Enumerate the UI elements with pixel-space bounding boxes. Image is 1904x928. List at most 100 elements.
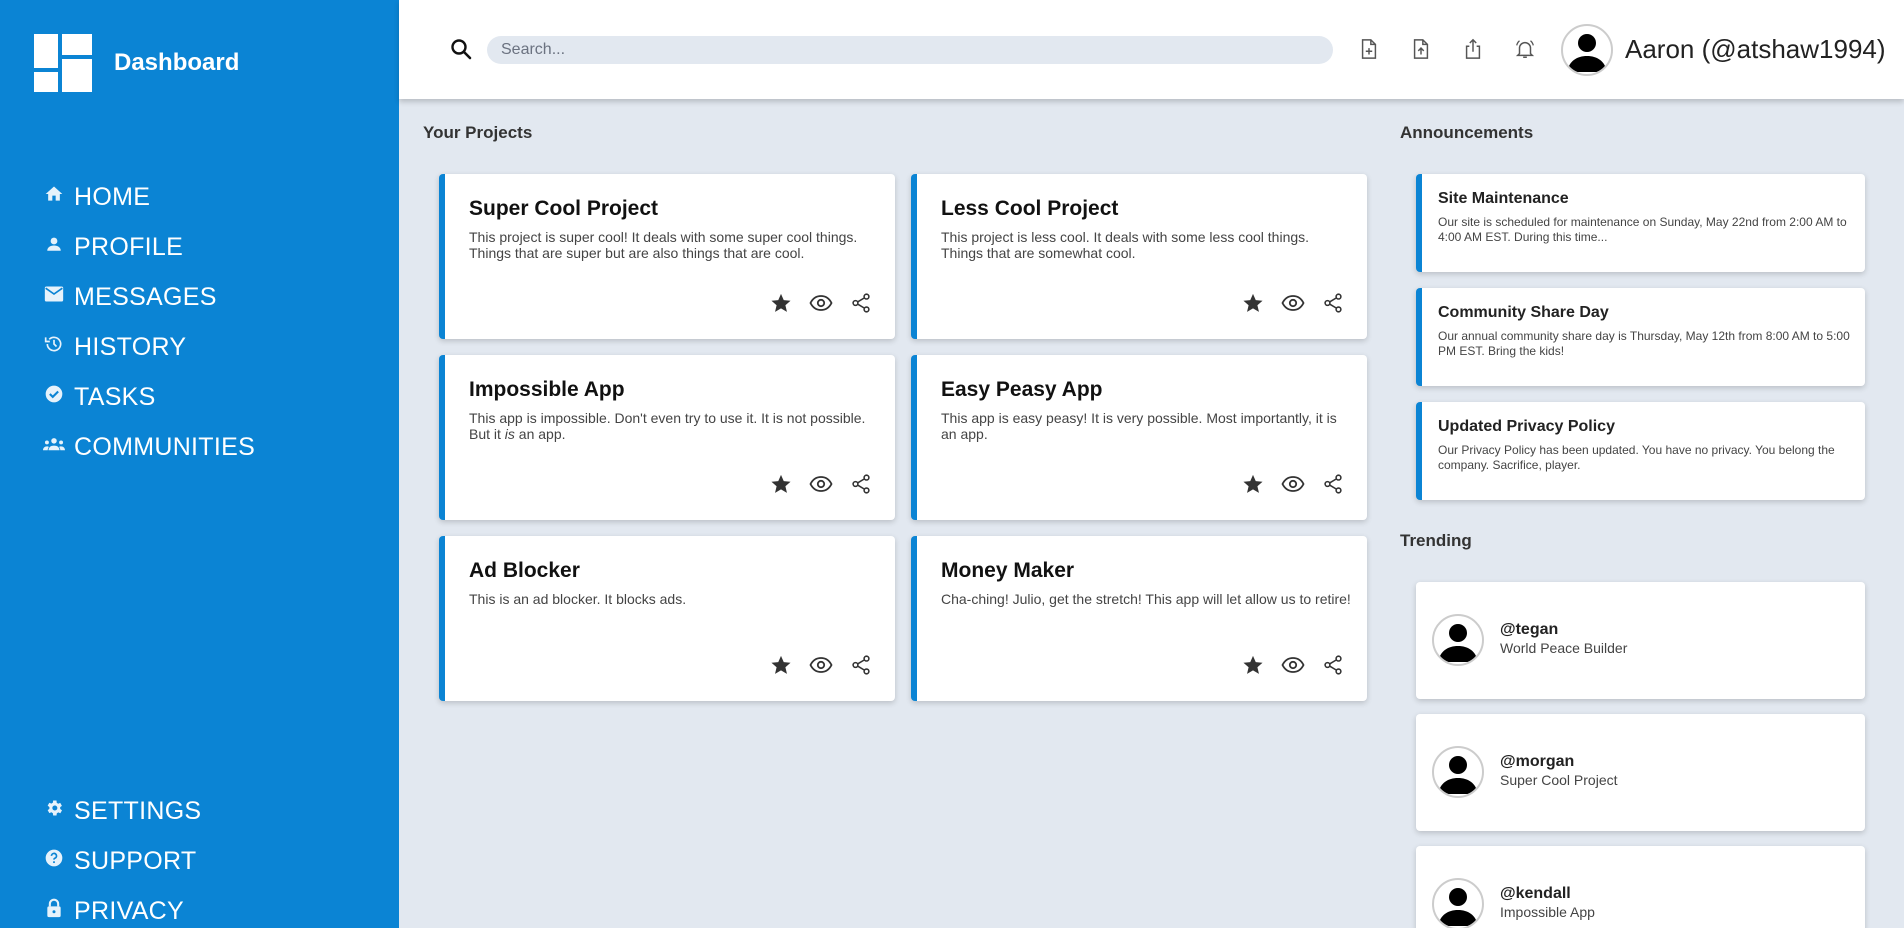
star-icon[interactable]: [1241, 291, 1265, 315]
trending-card[interactable]: @morgan Super Cool Project: [1416, 714, 1865, 831]
sidebar: Dashboard HOME PROFILE MESSAGES HISTORY: [0, 0, 399, 928]
sidebar-item-tasks[interactable]: TASKS: [42, 372, 255, 422]
announcement-description: Our annual community share day is Thursd…: [1438, 329, 1850, 358]
brand[interactable]: Dashboard: [34, 34, 239, 92]
eye-icon[interactable]: [809, 291, 833, 315]
gear-icon: [42, 796, 66, 820]
project-card[interactable]: Money Maker Cha-ching! Julio, get the st…: [911, 536, 1367, 701]
project-actions: [1241, 291, 1345, 315]
sidebar-item-profile[interactable]: PROFILE: [42, 222, 255, 272]
announcement-title: Site Maintenance: [1438, 190, 1569, 207]
share-nodes-icon[interactable]: [849, 472, 873, 496]
announcement-card[interactable]: Updated Privacy Policy Our Privacy Polic…: [1416, 402, 1865, 500]
announcement-title: Updated Privacy Policy: [1438, 418, 1615, 435]
description-emphasis: is: [504, 426, 515, 442]
share-nodes-icon[interactable]: [1321, 472, 1345, 496]
trending-heading: Trending: [1400, 531, 1472, 550]
sidebar-item-label: PROFILE: [74, 232, 184, 261]
eye-icon[interactable]: [1281, 653, 1305, 677]
description-text: an app.: [514, 426, 566, 442]
project-actions: [769, 472, 873, 496]
sidebar-nav: HOME PROFILE MESSAGES HISTORY TASKS COMM…: [42, 172, 255, 472]
project-description: This project is less cool. It deals with…: [941, 229, 1310, 261]
project-card[interactable]: Easy Peasy App This app is easy peasy! I…: [911, 355, 1367, 520]
announcement-title: Community Share Day: [1438, 304, 1609, 321]
share-nodes-icon[interactable]: [1321, 291, 1345, 315]
project-description: This project is super cool! It deals wit…: [469, 229, 858, 261]
share-nodes-icon[interactable]: [1321, 653, 1345, 677]
star-icon[interactable]: [1241, 472, 1265, 496]
search-icon[interactable]: [449, 37, 473, 61]
top-header: Aaron (@atshaw1994): [399, 0, 1904, 99]
upload-icon[interactable]: [1408, 36, 1434, 62]
eye-icon[interactable]: [809, 472, 833, 496]
person-icon: [42, 232, 66, 256]
project-title: Easy Peasy App: [941, 378, 1103, 401]
history-icon: [42, 332, 66, 356]
trending-handle: @kendall: [1500, 885, 1571, 902]
project-actions: [769, 291, 873, 315]
star-icon[interactable]: [1241, 653, 1265, 677]
star-icon[interactable]: [769, 653, 793, 677]
project-description: Cha-ching! Julio, get the stretch! This …: [941, 591, 1351, 607]
sidebar-item-home[interactable]: HOME: [42, 172, 255, 222]
trending-avatar: [1432, 878, 1484, 928]
trending-handle: @tegan: [1500, 621, 1559, 638]
sidebar-item-label: PRIVACY: [74, 896, 184, 925]
project-actions: [1241, 472, 1345, 496]
trending-card[interactable]: @tegan World Peace Builder: [1416, 582, 1865, 699]
announcement-description: Our site is scheduled for maintenance on…: [1438, 215, 1847, 244]
sidebar-item-label: SETTINGS: [74, 796, 202, 825]
trending-subtitle: Impossible App: [1500, 904, 1595, 920]
user-display-name[interactable]: Aaron (@atshaw1994): [1625, 34, 1886, 65]
announcement-card[interactable]: Community Share Day Our annual community…: [1416, 288, 1865, 386]
bell-icon[interactable]: [1512, 36, 1538, 62]
trending-subtitle: World Peace Builder: [1500, 640, 1628, 656]
trending-card[interactable]: @kendall Impossible App: [1416, 846, 1865, 928]
eye-icon[interactable]: [1281, 291, 1305, 315]
project-title: Ad Blocker: [469, 559, 580, 582]
sidebar-item-support[interactable]: SUPPORT: [42, 836, 201, 886]
sidebar-item-label: HISTORY: [74, 332, 187, 361]
share-icon[interactable]: [1460, 36, 1486, 62]
trending-avatar: [1432, 746, 1484, 798]
sidebar-item-communities[interactable]: COMMUNITIES: [42, 422, 255, 472]
project-title: Super Cool Project: [469, 197, 659, 220]
share-nodes-icon[interactable]: [849, 653, 873, 677]
project-title: Money Maker: [941, 559, 1075, 582]
project-title: Impossible App: [469, 378, 625, 401]
sidebar-item-history[interactable]: HISTORY: [42, 322, 255, 372]
share-nodes-icon[interactable]: [849, 291, 873, 315]
mail-icon: [42, 282, 66, 306]
brand-title: Dashboard: [114, 49, 240, 76]
sidebar-item-label: TASKS: [74, 382, 156, 411]
user-avatar[interactable]: [1561, 24, 1613, 76]
announcement-description: Our Privacy Policy has been updated. You…: [1438, 443, 1835, 472]
new-file-icon[interactable]: [1356, 36, 1382, 62]
sidebar-bottom-nav: SETTINGS SUPPORT PRIVACY: [42, 786, 201, 928]
eye-icon[interactable]: [1281, 472, 1305, 496]
star-icon[interactable]: [769, 291, 793, 315]
project-card[interactable]: Less Cool Project This project is less c…: [911, 174, 1367, 339]
project-card[interactable]: Ad Blocker This is an ad blocker. It blo…: [439, 536, 895, 701]
search-input[interactable]: [487, 36, 1333, 64]
sidebar-item-label: MESSAGES: [74, 282, 217, 311]
announcement-card[interactable]: Site Maintenance Our site is scheduled f…: [1416, 174, 1865, 272]
project-description: This is an ad blocker. It blocks ads.: [469, 591, 687, 607]
home-icon: [42, 182, 66, 206]
projects-heading: Your Projects: [423, 123, 533, 142]
sidebar-item-label: SUPPORT: [74, 846, 197, 875]
sidebar-item-messages[interactable]: MESSAGES: [42, 272, 255, 322]
trending-handle: @morgan: [1500, 753, 1575, 770]
sidebar-item-label: HOME: [74, 182, 151, 211]
sidebar-item-settings[interactable]: SETTINGS: [42, 786, 201, 836]
project-card[interactable]: Impossible App This app is impossible. D…: [439, 355, 895, 520]
lock-icon: [42, 896, 66, 920]
project-actions: [769, 653, 873, 677]
check-circle-icon: [42, 382, 66, 406]
eye-icon[interactable]: [809, 653, 833, 677]
sidebar-item-privacy[interactable]: PRIVACY: [42, 886, 201, 928]
project-card[interactable]: Super Cool Project This project is super…: [439, 174, 895, 339]
star-icon[interactable]: [769, 472, 793, 496]
project-description: This app is easy peasy! It is very possi…: [941, 410, 1337, 442]
